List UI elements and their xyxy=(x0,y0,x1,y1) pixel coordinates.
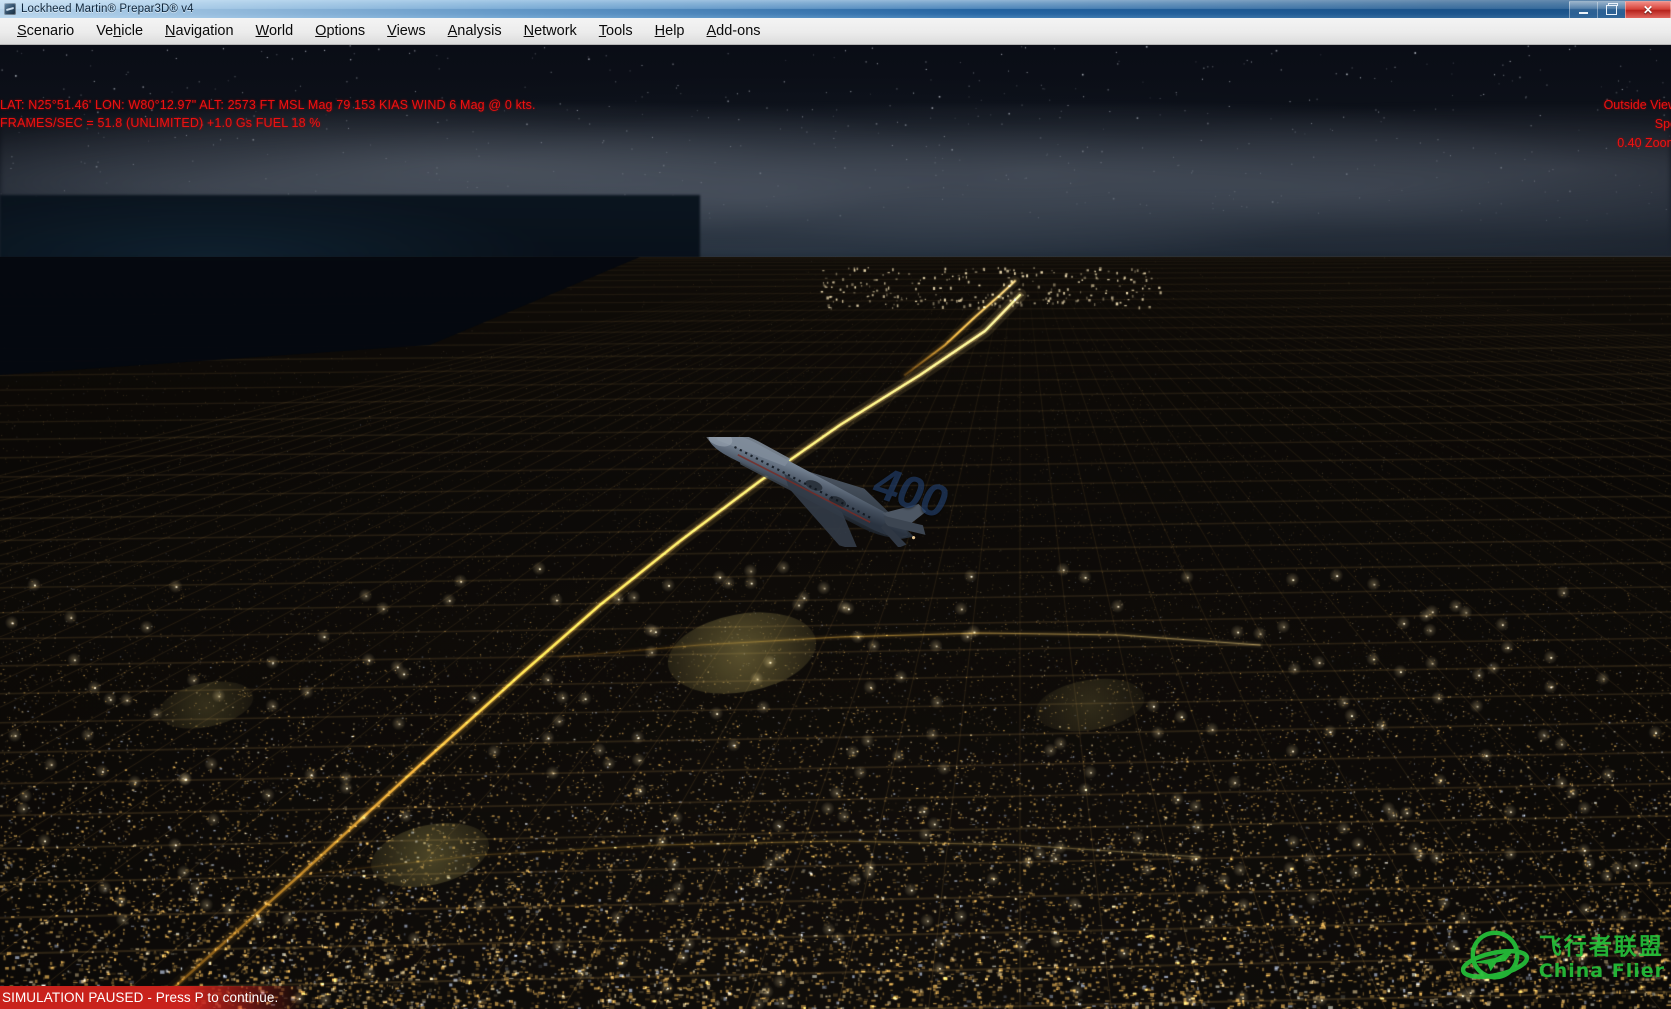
restore-icon xyxy=(1606,3,1618,15)
menu-item-network[interactable]: Network xyxy=(513,20,588,42)
watermark-text: 飞行者联盟 China Flier xyxy=(1538,933,1665,982)
watermark-chinese-name: 飞行者联盟 xyxy=(1538,933,1664,960)
application-window: Lockheed Martin® Prepar3D® v4 ✕ Scenario… xyxy=(0,0,1671,1009)
menu-item-analysis[interactable]: Analysis xyxy=(437,20,513,42)
hud-performance-line: FRAMES/SEC = 51.8 (UNLIMITED) +1.0 Gs FU… xyxy=(0,116,321,130)
menu-item-options[interactable]: Options xyxy=(304,20,376,42)
minimize-button[interactable] xyxy=(1569,1,1597,18)
hud-zoom-level: 0.40 Zoom xyxy=(1617,136,1671,150)
window-controls: ✕ xyxy=(1569,0,1671,18)
menu-item-tools[interactable]: Tools xyxy=(588,20,644,42)
title-bar-left: Lockheed Martin® Prepar3D® v4 xyxy=(4,0,194,18)
prepar3d-app-icon xyxy=(4,3,16,15)
close-icon: ✕ xyxy=(1642,3,1654,17)
menu-item-navigation[interactable]: Navigation xyxy=(154,20,245,42)
minimize-icon xyxy=(1579,12,1588,14)
menu-item-world[interactable]: World xyxy=(245,20,305,42)
simulation-viewport[interactable]: 400 LAT: N25°51.46' LON: W80°12.97" ALT:… xyxy=(0,45,1671,1009)
menu-item-add-ons[interactable]: Add-ons xyxy=(696,20,772,42)
simulation-paused-banner: SIMULATION PAUSED - Press P to continue. xyxy=(0,986,305,1009)
watermark-english-name: China Flier xyxy=(1538,959,1665,982)
window-title: Lockheed Martin® Prepar3D® v4 xyxy=(21,3,194,15)
menu-bar: Scenario Vehicle Navigation World Options Vie… xyxy=(0,18,1671,45)
hud-position-line: LAT: N25°51.46' LON: W80°12.97" ALT: 257… xyxy=(0,98,536,112)
hud-view-mode: Outside View xyxy=(1603,98,1671,112)
china-flier-watermark: 飞行者联盟 China Flier xyxy=(1458,921,1665,995)
city-lights xyxy=(0,45,1671,1009)
menu-item-vehicle[interactable]: Vehicle xyxy=(85,20,154,42)
menu-item-help[interactable]: Help xyxy=(644,20,696,42)
title-bar: Lockheed Martin® Prepar3D® v4 ✕ xyxy=(0,0,1671,18)
menu-item-scenario[interactable]: Scenario xyxy=(6,20,85,42)
paused-message: SIMULATION PAUSED - Press P to continue. xyxy=(2,990,279,1005)
hud-view-info: Outside View Spo 0.40 Zoom xyxy=(1604,96,1671,153)
menu-item-views[interactable]: Views xyxy=(376,20,436,42)
close-button[interactable]: ✕ xyxy=(1625,1,1671,18)
maximize-button[interactable] xyxy=(1597,1,1625,18)
hud-camera-name: Spo xyxy=(1654,117,1671,131)
china-flier-globe-plane-logo xyxy=(1460,930,1529,980)
